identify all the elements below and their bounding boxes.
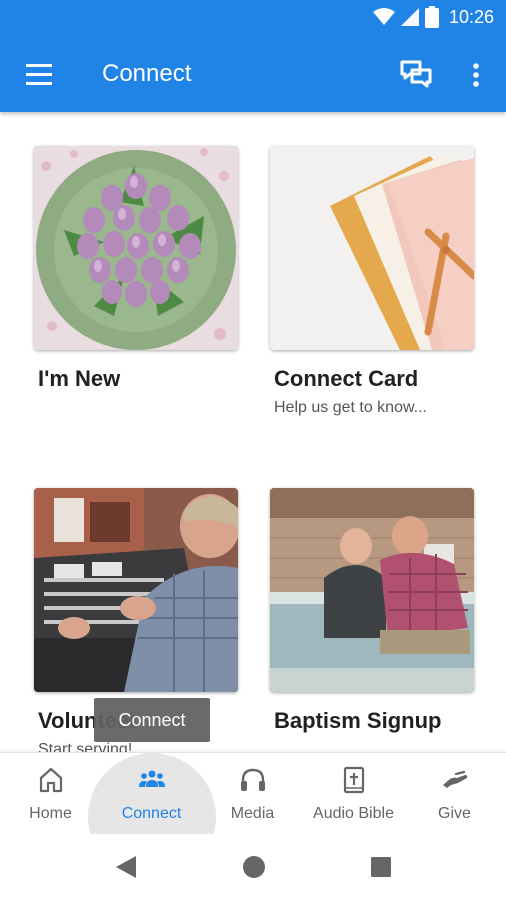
nav-label: Audio Bible	[313, 805, 394, 822]
back-icon[interactable]	[114, 854, 138, 880]
status-icons: 10:26	[372, 6, 494, 28]
card-volunteer[interactable]: Volunteer Start serving!	[34, 488, 238, 752]
nav-media[interactable]: Media	[202, 753, 303, 834]
system-navigation	[0, 834, 506, 900]
card-baptism-signup[interactable]: Baptism Signup	[270, 488, 474, 733]
chat-bubbles-icon[interactable]	[398, 58, 434, 92]
card-im-new[interactable]: I'm New	[34, 146, 238, 391]
card-subtitle: Start serving!	[38, 741, 133, 752]
nav-label: Connect	[121, 805, 182, 822]
give-hand-icon	[442, 770, 467, 788]
soundboard-operator-photo	[34, 488, 238, 692]
hamburger-menu-icon[interactable]	[22, 60, 58, 90]
connect-grid: I'm New Connect Card Help us get to know…	[0, 112, 506, 752]
home-circle-icon[interactable]	[242, 854, 266, 880]
nav-audio-bible[interactable]: Audio Bible	[303, 753, 404, 834]
bible-icon	[343, 766, 364, 794]
flower-bouquet-photo	[34, 146, 238, 350]
battery-icon	[424, 6, 439, 28]
toolbar: Connect	[0, 36, 506, 112]
nav-label: Give	[438, 805, 471, 822]
card-title: I'm New	[38, 366, 121, 391]
page-title: Connect	[102, 60, 192, 87]
nav-label: Home	[29, 805, 72, 822]
wifi-icon	[372, 8, 395, 25]
stationery-pen-photo	[270, 146, 474, 350]
recents-square-icon[interactable]	[369, 854, 393, 880]
baptism-pool-photo	[270, 488, 474, 692]
people-icon	[138, 770, 165, 787]
home-icon	[39, 767, 62, 793]
card-title: Baptism Signup	[274, 708, 442, 733]
card-subtitle: Help us get to know...	[274, 399, 427, 416]
signal-icon	[400, 8, 419, 26]
tooltip: Connect	[94, 698, 210, 742]
phone-screen: 10:26 Connect I'm New Connect Card Help …	[0, 0, 506, 900]
nav-give[interactable]: Give	[404, 753, 505, 834]
nav-label: Media	[230, 805, 275, 822]
headphones-icon	[240, 768, 265, 791]
card-title: Connect Card	[274, 366, 419, 391]
nav-connect[interactable]: Connect	[101, 753, 202, 834]
nav-home[interactable]: Home	[0, 753, 101, 834]
more-vert-icon[interactable]	[464, 58, 488, 92]
bottom-navigation: Home Connect Media Audio Bible Give	[0, 752, 506, 834]
app-bar: 10:26 Connect	[0, 0, 506, 112]
card-connect-card[interactable]: Connect Card Help us get to know...	[270, 146, 474, 416]
status-bar: 10:26	[0, 0, 506, 36]
status-time: 10:26	[448, 6, 494, 27]
